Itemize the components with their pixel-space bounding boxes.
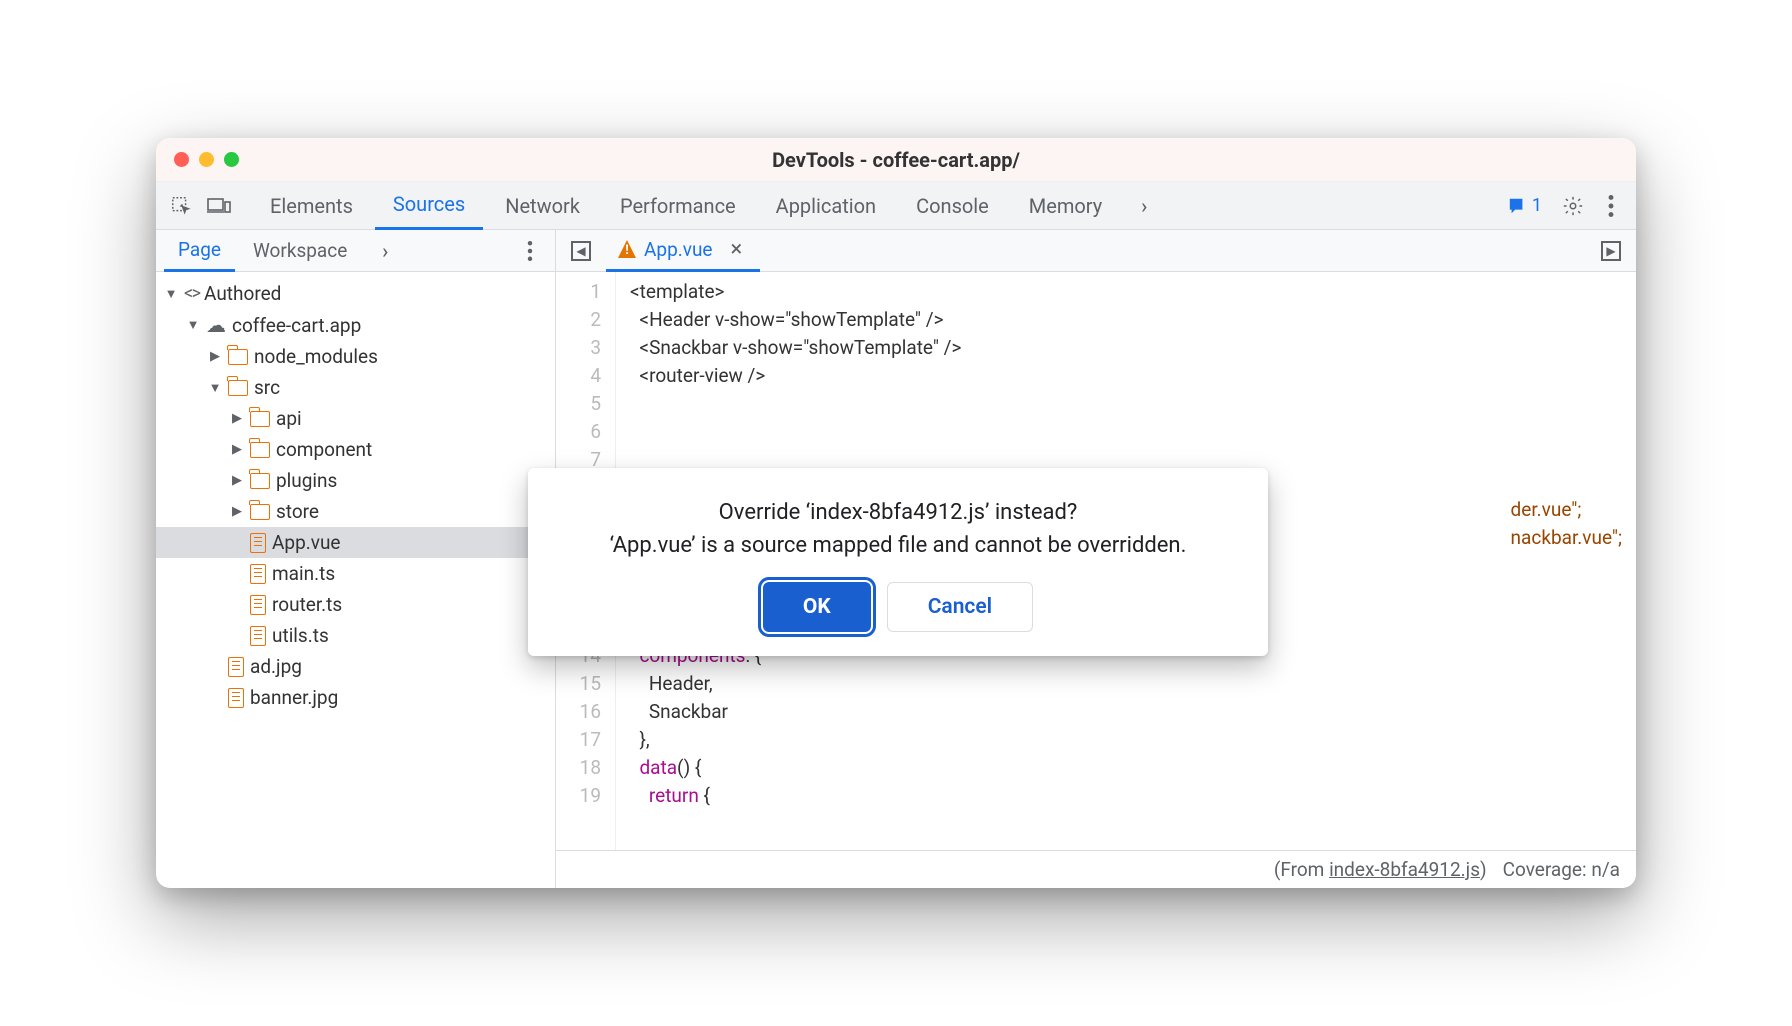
coverage-label: Coverage: n/a bbox=[1503, 858, 1620, 881]
device-toggle-icon[interactable] bbox=[202, 189, 236, 223]
more-tabs-icon[interactable]: ›› bbox=[1124, 189, 1158, 223]
sources-subbar: Page Workspace ›› ◀ App.vue × ▶ bbox=[156, 230, 1636, 272]
nav-tab-workspace[interactable]: Workspace bbox=[239, 230, 361, 272]
window-title: DevTools - coffee-cart.app/ bbox=[156, 148, 1636, 172]
file-navigator[interactable]: ▼< >Authored ▼☁coffee-cart.app ▶node_mod… bbox=[156, 272, 556, 888]
warning-icon bbox=[618, 240, 636, 258]
tab-performance[interactable]: Performance bbox=[602, 182, 754, 230]
kebab-menu-icon[interactable] bbox=[1594, 189, 1628, 223]
tree-domain[interactable]: ▼☁coffee-cart.app bbox=[156, 309, 555, 341]
tree-file[interactable]: main.ts bbox=[156, 558, 555, 589]
file-tab-label: App.vue bbox=[644, 238, 713, 261]
settings-icon[interactable] bbox=[1556, 189, 1590, 223]
tree-folder[interactable]: ▶store bbox=[156, 496, 555, 527]
tree-file-selected[interactable]: App.vue bbox=[156, 527, 555, 558]
zoom-window-button[interactable] bbox=[224, 152, 239, 167]
tree-folder[interactable]: ▶plugins bbox=[156, 465, 555, 496]
minimize-window-button[interactable] bbox=[199, 152, 214, 167]
editor-tabs: ◀ App.vue × ▶ bbox=[556, 230, 1636, 271]
nav-tab-page[interactable]: Page bbox=[164, 230, 235, 272]
navigator-tabs: Page Workspace ›› bbox=[156, 230, 556, 271]
tree-file[interactable]: router.ts bbox=[156, 589, 555, 620]
sourcemap-from: (From index-8bfa4912.js) bbox=[1274, 858, 1487, 881]
tree-folder[interactable]: ▼src bbox=[156, 372, 555, 403]
close-window-button[interactable] bbox=[174, 152, 189, 167]
cancel-button[interactable]: Cancel bbox=[887, 582, 1033, 632]
titlebar: DevTools - coffee-cart.app/ bbox=[156, 138, 1636, 182]
nav-more-icon[interactable]: ›› bbox=[365, 234, 399, 268]
issues-badge[interactable]: 1 bbox=[1498, 195, 1552, 216]
nav-kebab-icon[interactable] bbox=[513, 234, 547, 268]
file-tab-appvue[interactable]: App.vue × bbox=[606, 230, 760, 272]
tab-console[interactable]: Console bbox=[898, 182, 1007, 230]
devtools-window: DevTools - coffee-cart.app/ Elements Sou… bbox=[156, 138, 1636, 888]
ok-button[interactable]: OK bbox=[763, 582, 871, 632]
tree-root[interactable]: ▼< >Authored bbox=[156, 278, 555, 309]
inspect-icon[interactable] bbox=[164, 189, 198, 223]
override-dialog: Override ‘index-8bfa4912.js’ instead? ‘A… bbox=[528, 468, 1268, 656]
issues-count: 1 bbox=[1532, 195, 1542, 216]
tab-application[interactable]: Application bbox=[758, 182, 894, 230]
tab-network[interactable]: Network bbox=[487, 182, 598, 230]
toggle-debugger-icon[interactable]: ▶ bbox=[1594, 234, 1628, 268]
tab-elements[interactable]: Elements bbox=[252, 182, 371, 230]
tab-sources[interactable]: Sources bbox=[375, 182, 483, 230]
tree-file[interactable]: ad.jpg bbox=[156, 651, 555, 682]
main-tabbar: Elements Sources Network Performance App… bbox=[156, 182, 1636, 230]
close-tab-icon[interactable]: × bbox=[725, 237, 749, 262]
tree-folder[interactable]: ▶component bbox=[156, 434, 555, 465]
dialog-message: Override ‘index-8bfa4912.js’ instead? ‘A… bbox=[558, 496, 1238, 562]
editor-statusbar: (From index-8bfa4912.js) Coverage: n/a bbox=[556, 850, 1636, 888]
tab-memory[interactable]: Memory bbox=[1011, 182, 1120, 230]
traffic-lights bbox=[174, 152, 239, 167]
tree-folder[interactable]: ▶api bbox=[156, 403, 555, 434]
toggle-navigator-icon[interactable]: ◀ bbox=[564, 234, 598, 268]
sourcemap-link[interactable]: index-8bfa4912.js bbox=[1329, 858, 1480, 881]
tree-file[interactable]: banner.jpg bbox=[156, 682, 555, 713]
tree-file[interactable]: utils.ts bbox=[156, 620, 555, 651]
tree-folder[interactable]: ▶node_modules bbox=[156, 341, 555, 372]
